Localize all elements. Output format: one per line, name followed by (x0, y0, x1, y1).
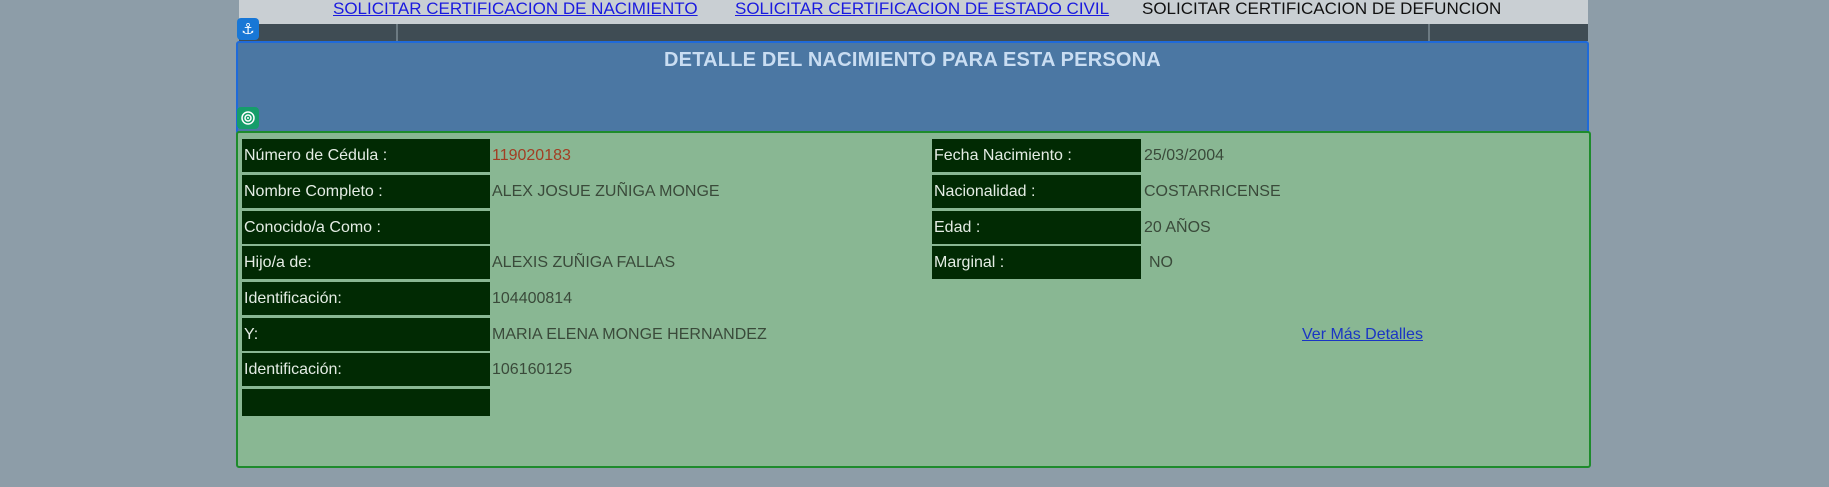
label-identificacion-padre: Identificación: (242, 282, 490, 315)
header-panel: DETALLE DEL NACIMIENTO PARA ESTA PERSONA (236, 41, 1589, 135)
current-solicitar-defuncion: SOLICITAR CERTIFICACION DE DEFUNCION (1142, 0, 1502, 18)
value-identificacion-madre: 106160125 (492, 361, 573, 378)
label-fecha-nacimiento: Fecha Nacimiento : (932, 139, 1141, 172)
value-marginal: NO (1149, 254, 1173, 271)
value-edad: 20 AÑOS (1144, 219, 1211, 236)
value-nacionalidad: COSTARRICENSE (1144, 183, 1281, 200)
birth-detail-panel: Número de Cédula : Nombre Completo : Con… (236, 131, 1591, 468)
link-solicitar-nacimiento[interactable]: SOLICITAR CERTIFICACION DE NACIMIENTO (333, 0, 698, 18)
label-hijo-de: Hijo/a de: (242, 246, 490, 279)
anchor-icon[interactable]: ⚓ (237, 18, 259, 40)
top-navigation: SOLICITAR CERTIFICACION DE NACIMIENTO SO… (239, 0, 1588, 24)
target-icon[interactable] (237, 107, 259, 129)
value-identificacion-padre: 104400814 (492, 290, 573, 307)
value-padre: ALEXIS ZUÑIGA FALLAS (492, 254, 676, 271)
value-cedula: 119020183 (492, 147, 571, 164)
value-nombre-completo: ALEX JOSUE ZUÑIGA MONGE (492, 183, 720, 200)
label-y: Y: (242, 318, 490, 351)
bar-divider (1428, 24, 1430, 41)
label-nacionalidad: Nacionalidad : (932, 175, 1141, 208)
label-edad: Edad : (932, 211, 1141, 244)
bar-divider (396, 24, 398, 41)
tab-separator-bar (239, 24, 1588, 41)
label-cedula: Número de Cédula : (242, 139, 490, 172)
value-madre: MARIA ELENA MONGE HERNANDEZ (492, 326, 767, 343)
page-title: DETALLE DEL NACIMIENTO PARA ESTA PERSONA (664, 49, 1161, 71)
label-identificacion-madre: Identificación: (242, 353, 490, 386)
label-marginal: Marginal : (932, 246, 1141, 279)
value-fecha-nacimiento: 25/03/2004 (1144, 147, 1225, 164)
label-conocido-como: Conocido/a Como : (242, 211, 490, 244)
label-nombre-completo: Nombre Completo : (242, 175, 490, 208)
link-solicitar-estado-civil[interactable]: SOLICITAR CERTIFICACION DE ESTADO CIVIL (735, 0, 1109, 18)
ver-mas-detalles-link[interactable]: Ver Más Detalles (1302, 318, 1423, 351)
label-empty (242, 389, 490, 416)
